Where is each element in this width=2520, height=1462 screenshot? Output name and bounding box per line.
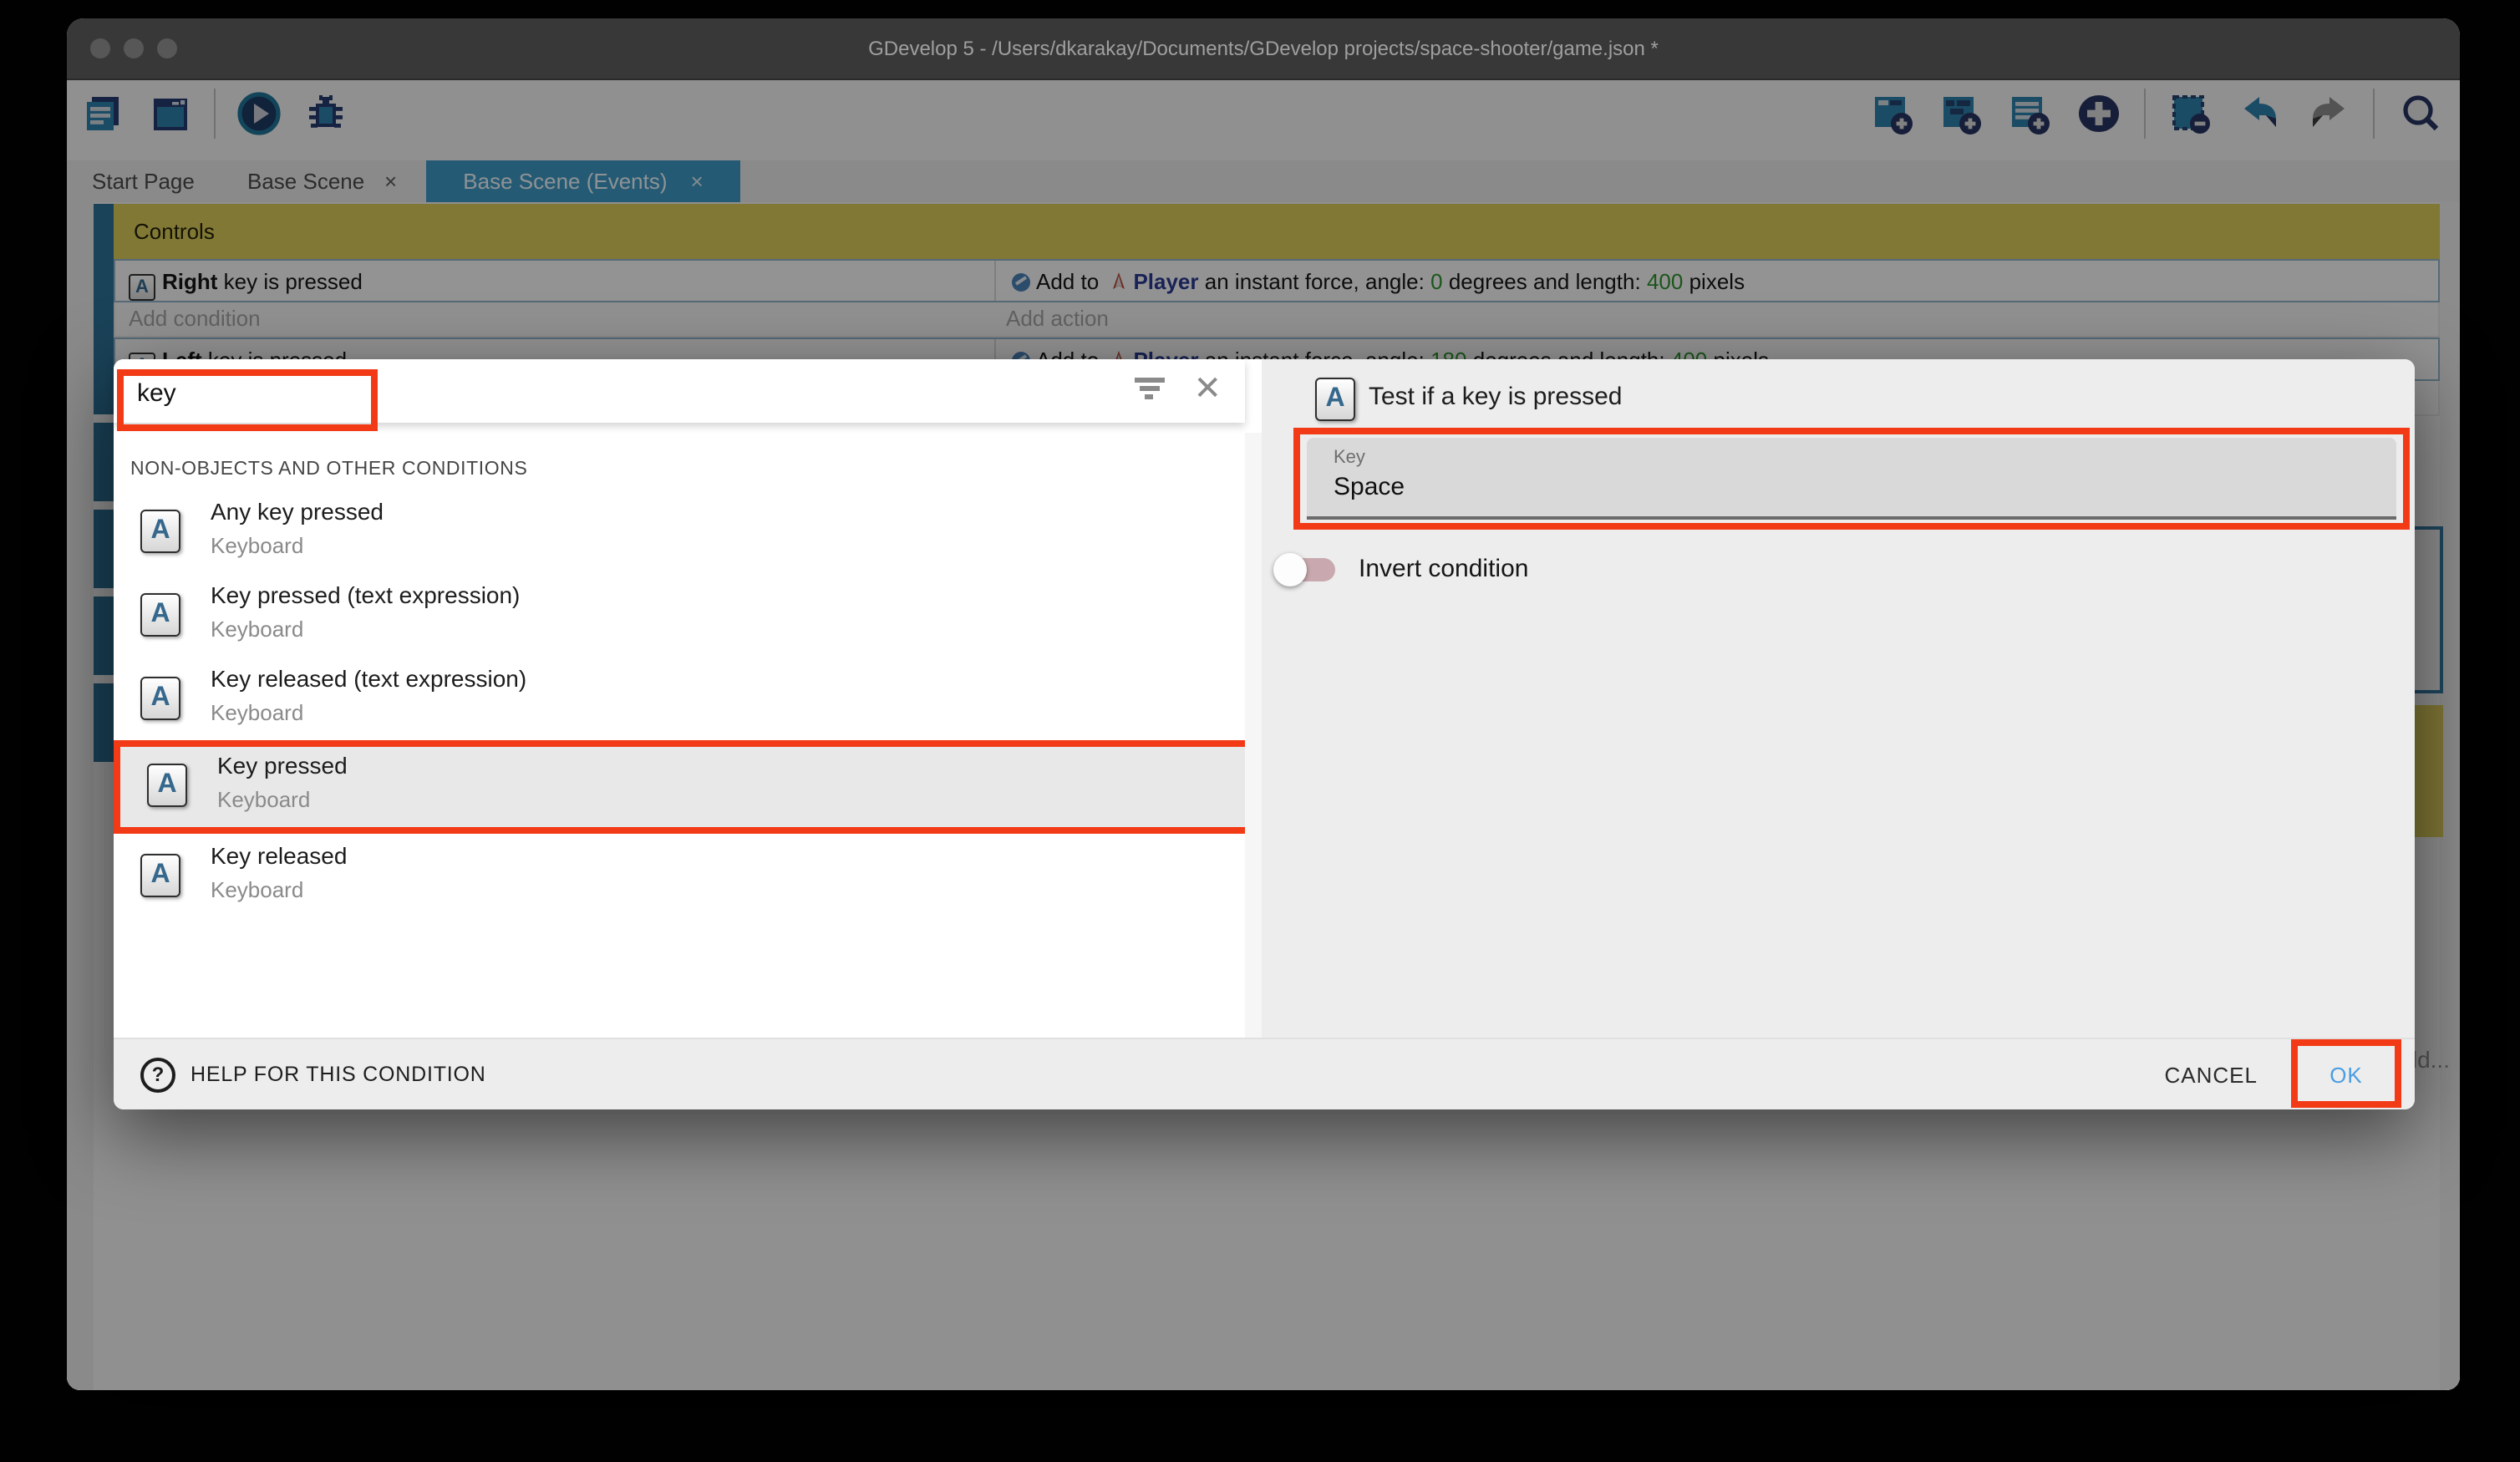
condition-editor-panel: A Test if a key is pressed Key Space Inv… [1262, 359, 2415, 1039]
invert-condition-toggle[interactable] [1278, 558, 1335, 581]
item-title: Key released [211, 842, 347, 869]
help-button[interactable]: ? HELP FOR THIS CONDITION [140, 1039, 486, 1109]
keyboard-icon: A [147, 764, 187, 807]
help-icon: ? [140, 1057, 175, 1092]
filter-icon[interactable] [1135, 378, 1165, 401]
dialog-actions-bar: ? HELP FOR THIS CONDITION CANCEL OK [114, 1038, 2415, 1109]
toggle-thumb[interactable] [1273, 553, 1307, 586]
window-title: GDevelop 5 - /Users/dkarakay/Documents/G… [67, 18, 2460, 79]
keyboard-icon: A [140, 593, 180, 637]
item-title: Key released (text expression) [211, 665, 526, 692]
invert-condition-label: Invert condition [1359, 555, 1528, 583]
list-item-any-key-pressed[interactable]: A Any key pressed Keyboard [114, 490, 1245, 573]
keyboard-icon: A [140, 677, 180, 720]
item-subtitle: Keyboard [211, 877, 303, 902]
condition-editor-title: Test if a key is pressed [1369, 383, 1622, 411]
keyboard-icon: A [140, 510, 180, 553]
item-subtitle: Keyboard [211, 533, 303, 558]
item-title: Key pressed [217, 752, 348, 779]
condition-list-panel: ✕ NON-OBJECTS AND OTHER CONDITIONS A Any… [114, 359, 1245, 1039]
cancel-button[interactable]: CANCEL [2155, 1039, 2269, 1109]
titlebar: GDevelop 5 - /Users/dkarakay/Documents/G… [67, 18, 2460, 80]
close-icon[interactable]: ✕ [1193, 369, 1222, 409]
item-title: Key pressed (text expression) [211, 581, 520, 608]
list-item-key-released-text-expression[interactable]: A Key released (text expression) Keyboar… [114, 657, 1245, 740]
search-input[interactable] [134, 369, 374, 416]
key-field-label: Key [1334, 448, 1365, 468]
choose-condition-dialog: ✕ NON-OBJECTS AND OTHER CONDITIONS A Any… [114, 359, 2415, 1109]
list-item-key-pressed-selected[interactable]: A Key pressed Keyboard [114, 740, 1245, 834]
panel-divider [1245, 433, 1262, 1039]
search-bar: ✕ [114, 359, 1245, 423]
item-subtitle: Keyboard [211, 700, 303, 725]
list-item-key-pressed-text-expression[interactable]: A Key pressed (text expression) Keyboard [114, 573, 1245, 657]
item-subtitle: Keyboard [217, 787, 310, 812]
ok-button[interactable]: OK [2304, 1049, 2388, 1099]
keyboard-icon: A [140, 854, 180, 897]
list-item-key-released[interactable]: A Key released Keyboard [114, 834, 1245, 917]
section-header: NON-OBJECTS AND OTHER CONDITIONS [114, 433, 1245, 490]
keyboard-icon: A [1315, 378, 1355, 421]
key-field-value: Space [1334, 473, 1405, 501]
item-subtitle: Keyboard [211, 617, 303, 642]
screenshot-stage: GDevelop 5 - /Users/dkarakay/Documents/G… [0, 0, 2520, 1462]
key-field[interactable]: Key Space [1307, 438, 2396, 520]
help-label: HELP FOR THIS CONDITION [191, 1063, 486, 1086]
item-title: Any key pressed [211, 498, 384, 525]
condition-list: NON-OBJECTS AND OTHER CONDITIONS A Any k… [114, 433, 1245, 1039]
